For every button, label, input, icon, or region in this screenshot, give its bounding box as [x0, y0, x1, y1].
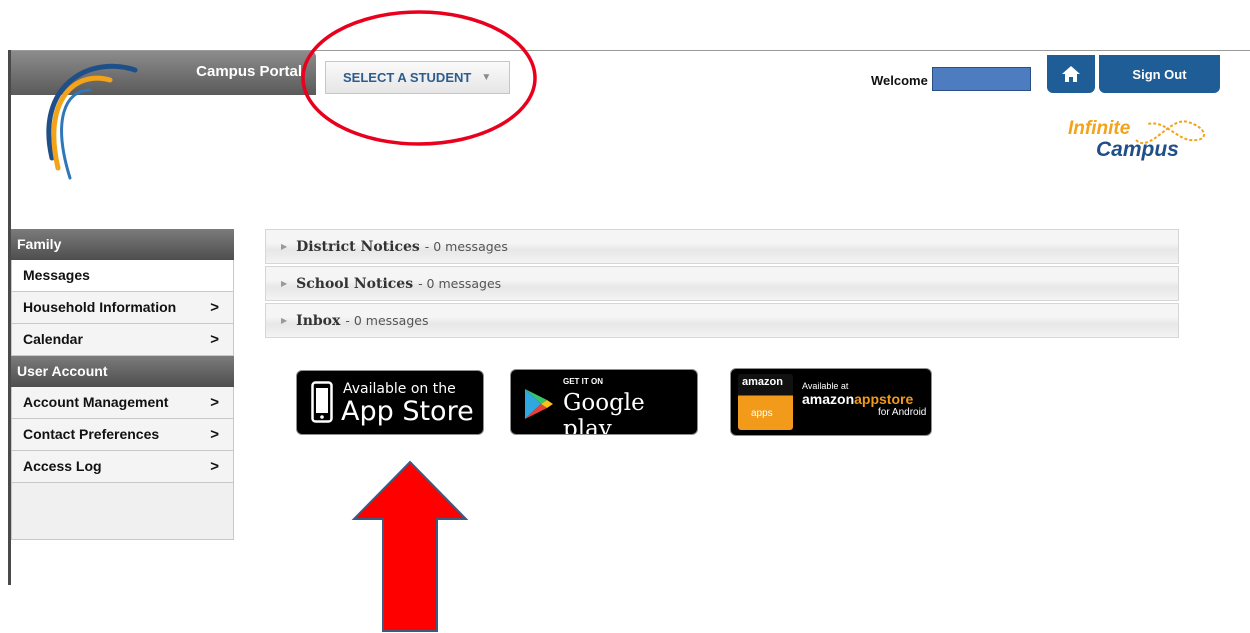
sidebar-item-label: Contact Preferences: [23, 426, 160, 442]
school-notices-row[interactable]: ▶ School Notices - 0 messages: [265, 266, 1179, 301]
sidebar-nav: Family Messages Household Information > …: [11, 229, 234, 540]
sidebar-item-label: Household Information: [23, 299, 177, 315]
user-name-redacted: [932, 67, 1031, 91]
sidebar-item-calendar[interactable]: Calendar >: [11, 324, 234, 356]
badge-big-text: App Store: [341, 396, 474, 427]
sidebar-item-household-information[interactable]: Household Information >: [11, 292, 234, 324]
google-play-badge[interactable]: GET IT ON Google play: [510, 369, 698, 435]
sign-out-label: Sign Out: [1132, 66, 1187, 82]
chevron-right-icon: >: [210, 299, 219, 316]
sidebar-item-label: Access Log: [23, 458, 102, 474]
chevron-right-icon: >: [210, 331, 219, 348]
amazon-apps-icon: amazon apps: [738, 374, 793, 430]
expand-arrow-icon: ▶: [281, 242, 288, 251]
play-triangle-icon: [525, 389, 553, 419]
district-notices-row[interactable]: ▶ District Notices - 0 messages: [265, 229, 1179, 264]
amazon-apps-text: apps: [751, 408, 773, 419]
badge-small-text: Available on the: [343, 381, 456, 397]
notice-title: Inbox: [296, 312, 341, 329]
notice-count: - 0 messages: [418, 276, 502, 291]
welcome-label: Welcome: [871, 73, 928, 88]
phone-icon: [311, 381, 333, 423]
sidebar-item-label: Account Management: [23, 394, 169, 410]
sidebar-item-contact-preferences[interactable]: Contact Preferences >: [11, 419, 234, 451]
chevron-right-icon: >: [210, 394, 219, 411]
student-select-dropdown[interactable]: SELECT A STUDENT ▼: [325, 61, 510, 94]
portal-title: Campus Portal: [196, 63, 302, 80]
sidebar-filler: [11, 483, 234, 540]
home-button[interactable]: [1047, 55, 1095, 93]
app-store-badge[interactable]: Available on the App Store: [296, 370, 484, 435]
sign-out-button[interactable]: Sign Out: [1099, 55, 1220, 93]
notice-title: District Notices: [296, 238, 420, 255]
badge-small-text: GET IT ON: [563, 377, 603, 386]
sidebar-section-family: Family: [11, 229, 234, 260]
student-select-label: SELECT A STUDENT: [343, 70, 472, 85]
inbox-row[interactable]: ▶ Inbox - 0 messages: [265, 303, 1179, 338]
chevron-right-icon: >: [210, 426, 219, 443]
appstore-word: appstore: [854, 391, 914, 407]
amazon-appstore-badge[interactable]: amazon apps Available at amazonappstore …: [730, 368, 932, 436]
sidebar-item-messages[interactable]: Messages: [11, 260, 234, 292]
red-up-arrow-icon: [351, 460, 469, 632]
infinite-campus-logo: Infinite Campus: [1068, 112, 1218, 172]
notice-count: - 0 messages: [345, 313, 429, 328]
badge-android-text: for Android: [878, 407, 927, 418]
amazon-word: amazon: [802, 391, 855, 407]
badge-big-text: Google play: [563, 390, 645, 435]
sidebar-item-label: Messages: [23, 267, 90, 283]
sidebar-item-label: Calendar: [23, 331, 83, 347]
notice-title: School Notices: [296, 275, 414, 292]
chevron-right-icon: >: [210, 458, 219, 475]
sidebar-item-access-log[interactable]: Access Log >: [11, 451, 234, 483]
sidebar-section-user-account: User Account: [11, 356, 234, 387]
chevron-down-icon: ▼: [481, 72, 492, 83]
message-center: ▶ District Notices - 0 messages ▶ School…: [265, 229, 1179, 340]
campus-logo-icon: [46, 63, 138, 180]
infinity-swirl-icon: [1135, 120, 1205, 144]
notice-count: - 0 messages: [424, 239, 508, 254]
home-icon: [1062, 66, 1080, 82]
expand-arrow-icon: ▶: [281, 279, 288, 288]
expand-arrow-icon: ▶: [281, 316, 288, 325]
sidebar-item-account-management[interactable]: Account Management >: [11, 387, 234, 419]
badge-big-text: amazonappstore: [802, 391, 913, 407]
amazon-logo-text: amazon: [742, 376, 783, 388]
brand-line1: Infinite: [1068, 118, 1131, 139]
badge-small-text: Available at: [802, 381, 849, 391]
